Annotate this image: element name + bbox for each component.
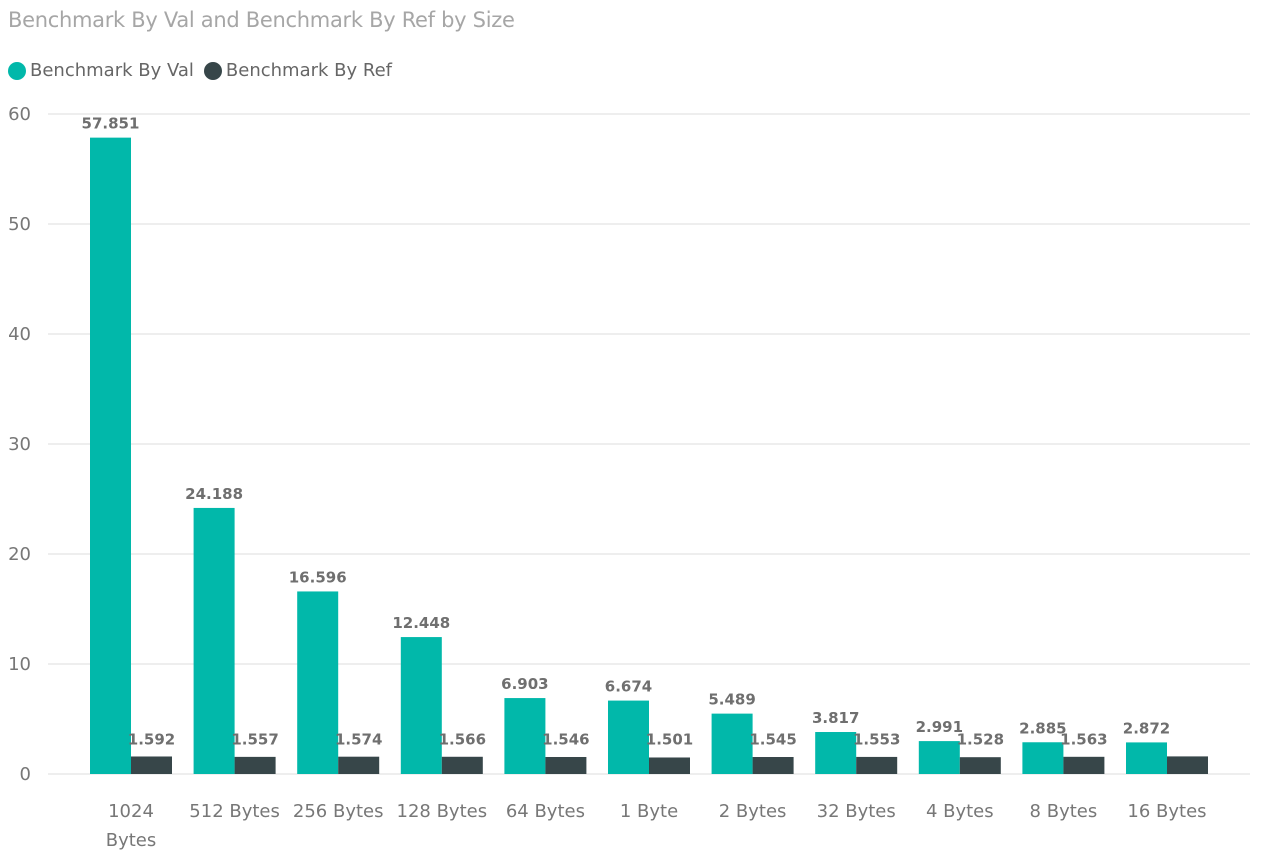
x-tick-label: 64 Bytes — [506, 801, 585, 822]
x-tick-label: 8 Bytes — [1030, 801, 1098, 822]
bar-by-ref[interactable] — [1167, 756, 1208, 774]
x-tick-label: 4 Bytes — [926, 801, 994, 822]
bar-by-val[interactable] — [504, 698, 546, 774]
bar-by-ref[interactable] — [234, 756, 276, 774]
x-tick-label: 256 Bytes — [293, 801, 384, 822]
x-tick-label: 2 Bytes — [719, 801, 787, 822]
x-tick-label: 128 Bytes — [397, 801, 488, 822]
y-tick-label: 10 — [8, 654, 31, 675]
bar-by-ref[interactable] — [338, 756, 380, 774]
data-label: 6.903 — [501, 675, 548, 693]
bar-by-ref[interactable] — [649, 757, 690, 774]
bar-by-ref[interactable] — [545, 756, 587, 774]
y-tick-label: 30 — [8, 434, 31, 455]
bar-by-ref[interactable] — [441, 756, 483, 774]
y-tick-label: 0 — [20, 764, 31, 785]
bar-by-val[interactable] — [918, 741, 960, 774]
data-label: 1.553 — [853, 730, 900, 748]
bar-by-val[interactable] — [608, 700, 649, 774]
data-label: 5.489 — [708, 691, 755, 709]
data-label: 3.817 — [812, 709, 859, 727]
data-label: 1.566 — [439, 730, 486, 748]
data-label: 2.872 — [1123, 719, 1170, 737]
x-tick-label: Bytes — [106, 830, 157, 851]
y-tick-label: 50 — [8, 214, 31, 235]
x-tick-label: 512 Bytes — [189, 801, 280, 822]
bar-by-val[interactable] — [297, 591, 339, 774]
x-tick-label: 32 Bytes — [817, 801, 896, 822]
data-label: 12.448 — [392, 614, 450, 632]
data-label: 1.545 — [749, 730, 796, 748]
bar-by-ref[interactable] — [1063, 756, 1105, 774]
y-tick-label: 40 — [8, 324, 31, 345]
bar-by-val[interactable] — [1126, 742, 1167, 774]
data-label: 6.674 — [605, 678, 652, 696]
y-tick-label: 20 — [8, 544, 31, 565]
bar-by-val[interactable] — [400, 637, 442, 774]
bar-by-val[interactable] — [815, 732, 857, 774]
data-label: 16.596 — [289, 568, 347, 586]
data-label: 1.528 — [957, 730, 1004, 748]
data-label: 1.557 — [231, 730, 278, 748]
data-label: 57.851 — [82, 115, 140, 133]
bar-chart: 0 10 20 30 40 50 60 57.851 1.592 1024 Bytes 24.188 1… — [8, 104, 1250, 851]
data-label: 1.546 — [542, 730, 589, 748]
data-label: 1.592 — [128, 730, 175, 748]
bar-by-val[interactable] — [193, 507, 235, 774]
bar-by-val[interactable] — [711, 713, 753, 774]
bar-by-ref[interactable] — [856, 756, 898, 774]
bar-by-val[interactable] — [1022, 742, 1064, 774]
bar-by-ref[interactable] — [959, 757, 1001, 774]
data-label: 1.563 — [1060, 730, 1107, 748]
x-tick-label: 1024 — [108, 801, 154, 822]
bar-by-ref[interactable] — [752, 757, 794, 774]
bar-by-ref[interactable] — [131, 756, 172, 774]
x-tick-label: 16 Bytes — [1127, 801, 1206, 822]
data-label: 24.188 — [185, 485, 243, 503]
data-label: 1.501 — [646, 730, 693, 748]
y-tick-label: 60 — [8, 104, 31, 125]
x-tick-label: 1 Byte — [620, 801, 678, 822]
data-label: 1.574 — [335, 730, 382, 748]
bar-by-val[interactable] — [90, 137, 131, 774]
